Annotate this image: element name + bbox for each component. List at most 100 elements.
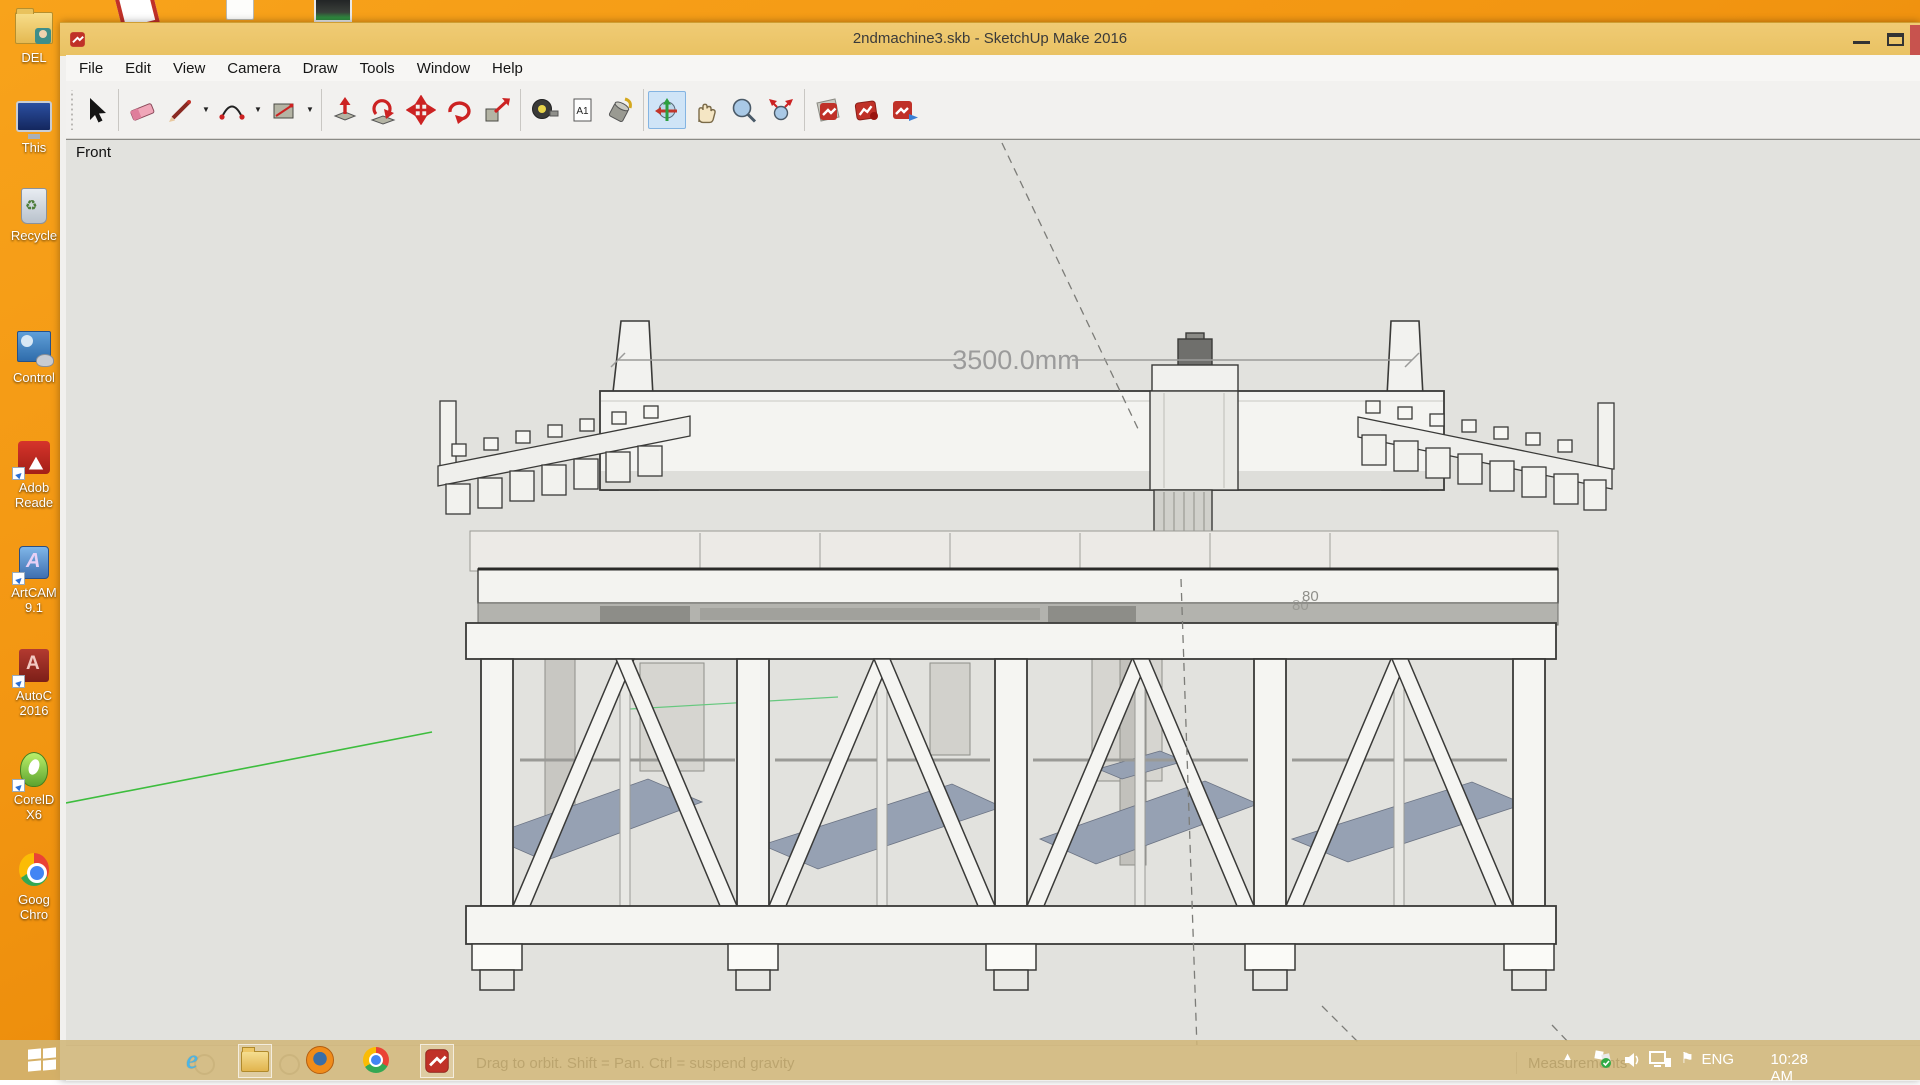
minimize-button[interactable] bbox=[1853, 41, 1870, 44]
icon-label: Goog bbox=[18, 892, 50, 907]
taskbar-ie[interactable]: e bbox=[176, 1044, 208, 1076]
icon-label2: Reade bbox=[15, 495, 53, 510]
dimension-3500: 3500.0mm bbox=[611, 345, 1419, 375]
internet-explorer-icon: e bbox=[186, 1045, 198, 1075]
icon-label: This bbox=[22, 140, 47, 155]
menu-help[interactable]: Help bbox=[481, 60, 534, 77]
sync-status-icon[interactable] bbox=[1592, 1048, 1614, 1075]
desktop-icon-photo[interactable] bbox=[314, 0, 352, 22]
svg-text:A1: A1 bbox=[576, 106, 589, 117]
icon-label: Control bbox=[13, 370, 55, 385]
share-model-button[interactable] bbox=[885, 91, 923, 129]
desktop-icon-user-folder[interactable]: DEL bbox=[2, 8, 66, 65]
arc-icon bbox=[217, 95, 247, 125]
photo-icon bbox=[314, 0, 352, 22]
pan-hand-icon bbox=[690, 95, 720, 125]
line-tool-dropdown[interactable]: ▼ bbox=[199, 92, 213, 128]
recycle-bin-icon bbox=[11, 186, 57, 228]
menu-camera[interactable]: Camera bbox=[216, 60, 291, 77]
eraser-icon bbox=[127, 95, 157, 125]
this-pc-icon bbox=[11, 98, 57, 140]
menu-tools[interactable]: Tools bbox=[349, 60, 406, 77]
taskbar-chrome[interactable] bbox=[360, 1044, 392, 1076]
desktop-icon-control-panel[interactable]: Control bbox=[2, 328, 66, 385]
show-hidden-icons-button[interactable]: ▲ bbox=[1562, 1051, 1573, 1063]
toolbar-separator bbox=[804, 89, 805, 131]
tape-measure-icon bbox=[529, 95, 559, 125]
toolbar-grip[interactable] bbox=[68, 90, 76, 130]
green-axis-line bbox=[66, 697, 838, 803]
menu-edit[interactable]: Edit bbox=[114, 60, 162, 77]
action-center-flag-icon[interactable]: ⚑ bbox=[1681, 1049, 1694, 1067]
maximize-button[interactable] bbox=[1887, 33, 1904, 46]
titlebar[interactable]: 2ndmachine3.skb - SketchUp Make 2016 bbox=[60, 22, 1920, 56]
tape-measure-tool-button[interactable] bbox=[525, 91, 563, 129]
paint-bucket-tool-button[interactable] bbox=[601, 91, 639, 129]
scale-icon bbox=[482, 95, 512, 125]
get-models-button[interactable] bbox=[809, 91, 847, 129]
toolbar: ▼ ▼ ▼ A1 bbox=[66, 81, 1920, 139]
window-title: 2ndmachine3.skb - SketchUp Make 2016 bbox=[60, 30, 1920, 47]
toolbar-separator bbox=[520, 89, 521, 131]
move-tool-button[interactable] bbox=[402, 91, 440, 129]
rectangle-tool-dropdown[interactable]: ▼ bbox=[303, 92, 317, 128]
menu-file[interactable]: File bbox=[68, 60, 114, 77]
taskbar-file-explorer[interactable] bbox=[238, 1044, 272, 1078]
rotate-tool-button[interactable] bbox=[440, 91, 478, 129]
adobe-reader-icon bbox=[11, 438, 57, 480]
text-tool-icon: A1 bbox=[567, 95, 597, 125]
select-tool-button[interactable] bbox=[76, 91, 114, 129]
desktop-icon-coreldraw[interactable]: CorelDX6 bbox=[2, 750, 66, 822]
desktop-icon-this-pc[interactable]: This bbox=[2, 98, 66, 155]
artcam-icon bbox=[11, 543, 57, 585]
start-button[interactable] bbox=[28, 1048, 58, 1072]
desktop-icon-document[interactable] bbox=[226, 0, 254, 20]
extension-warehouse-button[interactable] bbox=[847, 91, 885, 129]
desktop-icon-chrome[interactable]: GoogChro bbox=[2, 850, 66, 922]
language-indicator[interactable]: ENG bbox=[1701, 1051, 1734, 1068]
model-viewport[interactable]: Front bbox=[66, 139, 1920, 1080]
text-tool-button[interactable]: A1 bbox=[563, 91, 601, 129]
icon-label: ArtCAM bbox=[11, 585, 57, 600]
icon-label2: X6 bbox=[26, 807, 42, 822]
zoom-tool-button[interactable] bbox=[724, 91, 762, 129]
scale-tool-button[interactable] bbox=[478, 91, 516, 129]
toolbar-separator bbox=[118, 89, 119, 131]
menu-view[interactable]: View bbox=[162, 60, 216, 77]
zoom-extents-button[interactable] bbox=[762, 91, 800, 129]
rectangle-icon bbox=[269, 95, 299, 125]
network-icon[interactable] bbox=[1648, 1049, 1672, 1076]
follow-me-tool-button[interactable] bbox=[364, 91, 402, 129]
autocad-icon bbox=[11, 646, 57, 688]
trestle-bottom-rail bbox=[466, 906, 1556, 944]
menu-window[interactable]: Window bbox=[406, 60, 481, 77]
3d-warehouse-icon bbox=[813, 95, 843, 125]
line-tool-button[interactable] bbox=[161, 91, 199, 129]
toolbar-separator bbox=[321, 89, 322, 131]
pan-tool-button[interactable] bbox=[686, 91, 724, 129]
extension-warehouse-icon bbox=[851, 95, 881, 125]
dimension-text: 3500.0mm bbox=[952, 345, 1080, 375]
tool-rack-left bbox=[438, 401, 690, 514]
desktop-icon-autocad[interactable]: AutoC2016 bbox=[2, 646, 66, 718]
model-canvas: 80 80 bbox=[66, 140, 1920, 1080]
arc-tool-button[interactable] bbox=[213, 91, 251, 129]
taskbar-sketchup[interactable] bbox=[420, 1044, 454, 1078]
eraser-tool-button[interactable] bbox=[123, 91, 161, 129]
desktop-icon-adobe-reader[interactable]: AdobReade bbox=[2, 438, 66, 510]
menu-draw[interactable]: Draw bbox=[292, 60, 349, 77]
document-icon bbox=[226, 0, 254, 20]
rectangle-tool-button[interactable] bbox=[265, 91, 303, 129]
icon-label: CorelD bbox=[14, 792, 54, 807]
icon-label: AutoC bbox=[16, 688, 52, 703]
taskbar-firefox[interactable] bbox=[304, 1044, 336, 1076]
trestle-top-rail bbox=[466, 623, 1556, 659]
close-button[interactable] bbox=[1910, 25, 1920, 55]
arc-tool-dropdown[interactable]: ▼ bbox=[251, 92, 265, 128]
desktop-icon-artcam[interactable]: ArtCAM9.1 bbox=[2, 543, 66, 615]
desktop-icon-recycle-bin[interactable]: Recycle bbox=[2, 186, 66, 243]
orbit-tool-button[interactable] bbox=[648, 91, 686, 129]
volume-icon[interactable] bbox=[1622, 1050, 1642, 1075]
machine-mid-band bbox=[470, 531, 1558, 571]
push-pull-tool-button[interactable] bbox=[326, 91, 364, 129]
